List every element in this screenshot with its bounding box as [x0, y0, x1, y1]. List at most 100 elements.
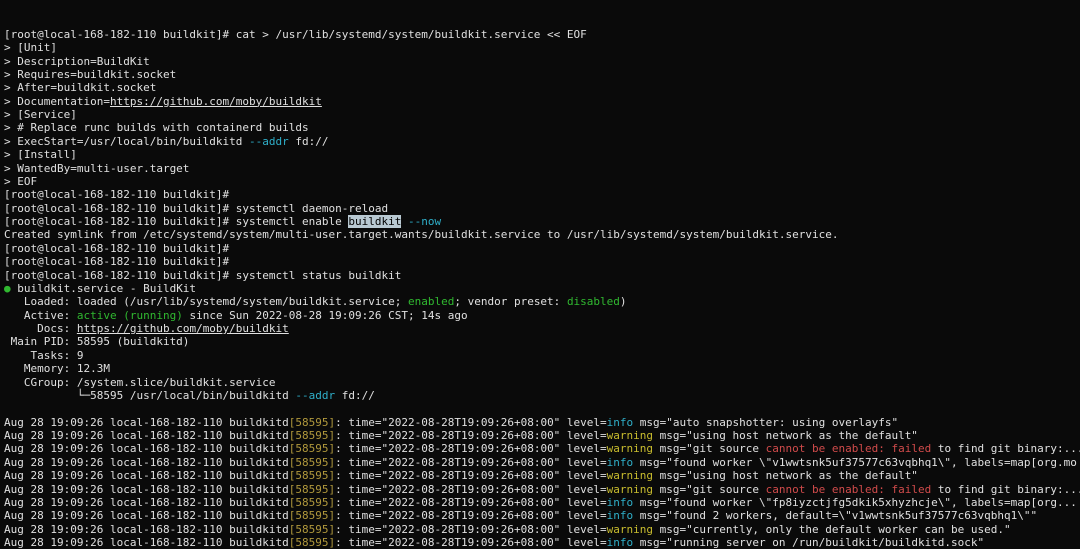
- terminal-line: CGroup: /system.slice/buildkit.service: [4, 376, 1080, 389]
- terminal-text: > # Replace runc builds with containerd …: [4, 121, 309, 134]
- terminal-text: └─58595 /usr/local/bin/buildkitd: [4, 389, 295, 402]
- terminal-line: > Documentation=https://github.com/moby/…: [4, 95, 1080, 108]
- terminal-text: Aug 28 19:09:26 local-168-182-110 buildk…: [4, 496, 289, 509]
- terminal-text: info: [607, 416, 634, 429]
- terminal-line: [4, 402, 1080, 415]
- terminal-text: active (running): [77, 309, 183, 322]
- terminal-line: [root@local-168-182-110 buildkit]# cat >…: [4, 28, 1080, 41]
- terminal-text: fd://: [335, 389, 375, 402]
- terminal-text: : time="2022-08-28T19:09:26+08:00" level…: [335, 509, 607, 522]
- terminal-text: [root@local-168-182-110 buildkit]# cat >…: [4, 28, 587, 41]
- terminal-text: Memory: 12.3M: [4, 362, 110, 375]
- terminal-text: msg="found worker \"fp8iyzctjfg5dkik5xhy…: [633, 496, 1077, 509]
- terminal-text: --addr: [295, 389, 335, 402]
- terminal-text: msg="git source: [653, 483, 766, 496]
- terminal-text: [58595]: [289, 456, 335, 469]
- terminal-line: Created symlink from /etc/systemd/system…: [4, 228, 1080, 241]
- terminal-text: msg="found 2 workers, default=\"v1wwtsnk…: [633, 509, 1037, 522]
- terminal-line: Aug 28 19:09:26 local-168-182-110 buildk…: [4, 442, 1080, 455]
- terminal-line: Aug 28 19:09:26 local-168-182-110 buildk…: [4, 416, 1080, 429]
- terminal-text: warning: [607, 483, 653, 496]
- terminal-line: Aug 28 19:09:26 local-168-182-110 buildk…: [4, 496, 1080, 509]
- terminal-text: ): [620, 295, 627, 308]
- terminal-text: > EOF: [4, 175, 37, 188]
- terminal-text: to find git binary:...: [931, 442, 1080, 455]
- terminal-line: > ExecStart=/usr/local/bin/buildkitd --a…: [4, 135, 1080, 148]
- terminal-line: > # Replace runc builds with containerd …: [4, 121, 1080, 134]
- terminal-text: warning: [607, 469, 653, 482]
- terminal-text: --addr: [249, 135, 289, 148]
- terminal-line: > [Install]: [4, 148, 1080, 161]
- terminal-text: > Documentation=: [4, 95, 110, 108]
- terminal-text: info: [607, 509, 634, 522]
- terminal-text: msg="git source: [653, 442, 766, 455]
- terminal-text: msg="running server on /run/buildkit/bui…: [633, 536, 984, 549]
- terminal-text: enabled: [408, 295, 454, 308]
- terminal-text: info: [607, 496, 634, 509]
- terminal-text: msg="auto snapshotter: using overlayfs": [633, 416, 898, 429]
- terminal-text: warning: [607, 429, 653, 442]
- terminal-line: Main PID: 58595 (buildkitd): [4, 335, 1080, 348]
- terminal-text: > ExecStart=/usr/local/bin/buildkitd: [4, 135, 249, 148]
- terminal-line: > Description=BuildKit: [4, 55, 1080, 68]
- terminal-text: : time="2022-08-28T19:09:26+08:00" level…: [335, 456, 607, 469]
- terminal-line: [root@local-168-182-110 buildkit]#: [4, 255, 1080, 268]
- terminal-text: [401, 215, 408, 228]
- terminal-text: [58595]: [289, 523, 335, 536]
- terminal-text: [58595]: [289, 509, 335, 522]
- terminal-line: Memory: 12.3M: [4, 362, 1080, 375]
- terminal-text: Main PID: 58595 (buildkitd): [4, 335, 189, 348]
- terminal-text: > WantedBy=multi-user.target: [4, 162, 189, 175]
- terminal-text: : time="2022-08-28T19:09:26+08:00" level…: [335, 429, 607, 442]
- terminal-line: Aug 28 19:09:26 local-168-182-110 buildk…: [4, 523, 1080, 536]
- terminal-text: > [Service]: [4, 108, 77, 121]
- terminal-text: : time="2022-08-28T19:09:26+08:00" level…: [335, 469, 607, 482]
- terminal-window[interactable]: [root@local-168-182-110 buildkit]# cat >…: [0, 0, 1080, 549]
- terminal-line: Loaded: loaded (/usr/lib/systemd/system/…: [4, 295, 1080, 308]
- terminal-line: Aug 28 19:09:26 local-168-182-110 buildk…: [4, 456, 1080, 469]
- terminal-line: Aug 28 19:09:26 local-168-182-110 buildk…: [4, 429, 1080, 442]
- terminal-text: warning: [607, 523, 653, 536]
- terminal-text: [58595]: [289, 483, 335, 496]
- terminal-text: Aug 28 19:09:26 local-168-182-110 buildk…: [4, 456, 289, 469]
- terminal-line: > WantedBy=multi-user.target: [4, 162, 1080, 175]
- terminal-line: [root@local-168-182-110 buildkit]# syste…: [4, 215, 1080, 228]
- terminal-line: Aug 28 19:09:26 local-168-182-110 buildk…: [4, 469, 1080, 482]
- terminal-line: └─58595 /usr/local/bin/buildkitd --addr …: [4, 389, 1080, 402]
- terminal-text: since Sun 2022-08-28 19:09:26 CST; 14s a…: [183, 309, 468, 322]
- terminal-line: > After=buildkit.socket: [4, 81, 1080, 94]
- highlighted-text: buildkit: [348, 215, 401, 228]
- terminal-text: buildkit.service - BuildKit: [11, 282, 196, 295]
- terminal-text: msg="using host network as the default": [653, 429, 918, 442]
- terminal-text: [root@local-168-182-110 buildkit]# syste…: [4, 202, 388, 215]
- terminal-text: [58595]: [289, 429, 335, 442]
- terminal-line: > [Unit]: [4, 41, 1080, 54]
- docs-url-link[interactable]: https://github.com/moby/buildkit: [77, 322, 289, 335]
- terminal-text: Aug 28 19:09:26 local-168-182-110 buildk…: [4, 442, 289, 455]
- terminal-text: Loaded: loaded (/usr/lib/systemd/system/…: [4, 295, 408, 308]
- terminal-text: Aug 28 19:09:26 local-168-182-110 buildk…: [4, 469, 289, 482]
- documentation-url-link[interactable]: https://github.com/moby/buildkit: [110, 95, 322, 108]
- terminal-text: [58595]: [289, 536, 335, 549]
- terminal-text: Active:: [4, 309, 77, 322]
- terminal-text: [58595]: [289, 496, 335, 509]
- terminal-line: Aug 28 19:09:26 local-168-182-110 buildk…: [4, 483, 1080, 496]
- terminal-line: Docs: https://github.com/moby/buildkit: [4, 322, 1080, 335]
- terminal-text: [root@local-168-182-110 buildkit]# syste…: [4, 269, 401, 282]
- terminal-text: [58595]: [289, 442, 335, 455]
- terminal-text: Aug 28 19:09:26 local-168-182-110 buildk…: [4, 536, 289, 549]
- terminal-line: [root@local-168-182-110 buildkit]#: [4, 188, 1080, 201]
- terminal-text: > Requires=buildkit.socket: [4, 68, 176, 81]
- terminal-text: : time="2022-08-28T19:09:26+08:00" level…: [335, 536, 607, 549]
- terminal-text: [58595]: [289, 469, 335, 482]
- terminal-line: ● buildkit.service - BuildKit: [4, 282, 1080, 295]
- terminal-text: disabled: [567, 295, 620, 308]
- terminal-text: msg="using host network as the default": [653, 469, 918, 482]
- terminal-line: [root@local-168-182-110 buildkit]# syste…: [4, 269, 1080, 282]
- terminal-line: [root@local-168-182-110 buildkit]#: [4, 242, 1080, 255]
- terminal-text: > [Install]: [4, 148, 77, 161]
- terminal-text: Aug 28 19:09:26 local-168-182-110 buildk…: [4, 429, 289, 442]
- terminal-text: to find git binary:...: [931, 483, 1080, 496]
- terminal-line: Aug 28 19:09:26 local-168-182-110 buildk…: [4, 536, 1080, 549]
- terminal-text: --now: [408, 215, 441, 228]
